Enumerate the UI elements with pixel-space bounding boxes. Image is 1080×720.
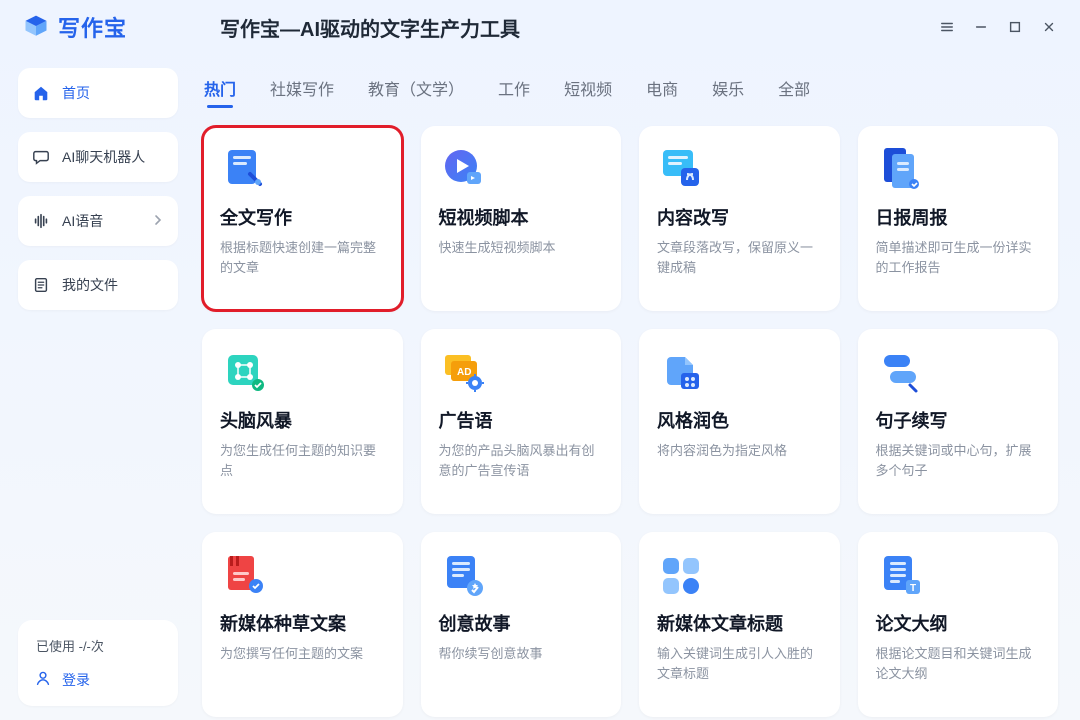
card-desc: 根据标题快速创建一篇完整的文章 [220, 238, 385, 278]
card-story[interactable]: 创意故事 帮你续写创意故事 [421, 532, 622, 717]
usage-text: 已使用 -/-次 [32, 636, 164, 655]
card-title: 日报周报 [876, 204, 1041, 230]
report-icon [876, 144, 924, 192]
tool-grid: 全文写作 根据标题快速创建一篇完整的文章 短视频脚本 快速生成短视频脚本 内容改… [198, 118, 1062, 720]
sidebar-item-home[interactable]: 首页 [18, 68, 178, 118]
sidebar-item-label: 首页 [62, 83, 90, 103]
tab-hot[interactable]: 热门 [204, 76, 236, 108]
ad-icon: AD [439, 347, 487, 395]
logo-icon [22, 13, 50, 41]
card-style[interactable]: 风格润色 将内容润色为指定风格 [639, 329, 840, 514]
svg-text:AD: AD [457, 367, 471, 378]
login-button[interactable]: 登录 [32, 669, 164, 690]
card-report[interactable]: 日报周报 简单描述即可生成一份详实的工作报告 [858, 126, 1059, 311]
svg-text:T: T [910, 583, 916, 594]
card-desc: 快速生成短视频脚本 [439, 238, 604, 258]
brainstorm-icon [220, 347, 268, 395]
tab-work[interactable]: 工作 [498, 76, 530, 108]
card-desc: 将内容润色为指定风格 [657, 441, 822, 461]
tab-education[interactable]: 教育（文学） [368, 76, 464, 108]
tab-entertainment[interactable]: 娱乐 [712, 76, 744, 108]
card-desc: 文章段落改写，保留原义一键成稿 [657, 238, 822, 278]
card-title: 短视频脚本 [439, 204, 604, 230]
title-gen-icon [657, 550, 705, 598]
app-name: 写作宝 [58, 11, 127, 43]
titlebar: 写作宝 写作宝—AI驱动的文字生产力工具 [0, 0, 1080, 54]
card-title: 论文大纲 [876, 610, 1041, 636]
tab-all[interactable]: 全部 [778, 76, 810, 108]
sidebar-item-chatbot[interactable]: AI聊天机器人 [18, 132, 178, 182]
card-desc: 简单描述即可生成一份详实的工作报告 [876, 238, 1041, 278]
card-title: 句子续写 [876, 407, 1041, 433]
card-full-writing[interactable]: 全文写作 根据标题快速创建一篇完整的文章 [202, 126, 403, 311]
card-desc: 输入关键词生成引人入胜的文章标题 [657, 644, 822, 684]
story-icon [439, 550, 487, 598]
sidebar-nav: 首页 AI聊天机器人 AI语音 我的文件 [18, 68, 178, 310]
card-title: 全文写作 [220, 204, 385, 230]
sidebar: 首页 AI聊天机器人 AI语音 我的文件 已使用 -/-次 登录 [0, 54, 192, 720]
seed-copy-icon [220, 550, 268, 598]
main-content: 热门 社媒写作 教育（文学） 工作 短视频 电商 娱乐 全部 全文写作 根据标题… [192, 54, 1080, 720]
sidebar-item-files[interactable]: 我的文件 [18, 260, 178, 310]
tab-shortvideo[interactable]: 短视频 [564, 76, 612, 108]
card-desc: 为您撰写任何主题的文案 [220, 644, 385, 664]
card-title: 内容改写 [657, 204, 822, 230]
app-logo: 写作宝 [22, 11, 192, 43]
card-brainstorm[interactable]: 头脑风暴 为您生成任何主题的知识要点 [202, 329, 403, 514]
card-title: 广告语 [439, 407, 604, 433]
chat-icon [32, 148, 50, 166]
card-newmedia-title[interactable]: 新媒体文章标题 输入关键词生成引人入胜的文章标题 [639, 532, 840, 717]
voice-icon [32, 212, 50, 230]
close-button[interactable] [1032, 10, 1066, 44]
home-icon [32, 84, 50, 102]
chevron-right-icon [152, 213, 164, 229]
sidebar-item-label: 我的文件 [62, 275, 118, 295]
card-desc: 根据关键词或中心句，扩展多个句子 [876, 441, 1041, 481]
minimize-button[interactable] [964, 10, 998, 44]
card-newmedia-copy[interactable]: 新媒体种草文案 为您撰写任何主题的文案 [202, 532, 403, 717]
card-continue[interactable]: 句子续写 根据关键词或中心句，扩展多个句子 [858, 329, 1059, 514]
card-ad[interactable]: AD 广告语 为您的产品头脑风暴出有创意的广告宣传语 [421, 329, 622, 514]
card-title: 风格润色 [657, 407, 822, 433]
card-desc: 为您的产品头脑风暴出有创意的广告宣传语 [439, 441, 604, 481]
card-title: 头脑风暴 [220, 407, 385, 433]
maximize-button[interactable] [998, 10, 1032, 44]
login-label: 登录 [62, 670, 90, 690]
card-short-video[interactable]: 短视频脚本 快速生成短视频脚本 [421, 126, 622, 311]
category-tabs: 热门 社媒写作 教育（文学） 工作 短视频 电商 娱乐 全部 [198, 54, 1062, 118]
outline-icon: T [876, 550, 924, 598]
card-rewrite[interactable]: 内容改写 文章段落改写，保留原义一键成稿 [639, 126, 840, 311]
page-title: 写作宝—AI驱动的文字生产力工具 [220, 13, 520, 42]
continue-icon [876, 347, 924, 395]
style-icon [657, 347, 705, 395]
video-script-icon [439, 144, 487, 192]
rewrite-icon [657, 144, 705, 192]
sidebar-item-label: AI语音 [62, 211, 103, 231]
user-icon [34, 669, 52, 690]
tab-social[interactable]: 社媒写作 [270, 76, 334, 108]
card-desc: 帮你续写创意故事 [439, 644, 604, 664]
sidebar-footer: 已使用 -/-次 登录 [18, 620, 178, 706]
doc-write-icon [220, 144, 268, 192]
sidebar-item-label: AI聊天机器人 [62, 147, 145, 167]
sidebar-item-voice[interactable]: AI语音 [18, 196, 178, 246]
card-title: 新媒体种草文案 [220, 610, 385, 636]
card-title: 创意故事 [439, 610, 604, 636]
card-title: 新媒体文章标题 [657, 610, 822, 636]
file-icon [32, 276, 50, 294]
tab-ecommerce[interactable]: 电商 [646, 76, 678, 108]
menu-button[interactable] [930, 10, 964, 44]
card-thesis-outline[interactable]: T 论文大纲 根据论文题目和关键词生成论文大纲 [858, 532, 1059, 717]
card-desc: 根据论文题目和关键词生成论文大纲 [876, 644, 1041, 684]
card-desc: 为您生成任何主题的知识要点 [220, 441, 385, 481]
